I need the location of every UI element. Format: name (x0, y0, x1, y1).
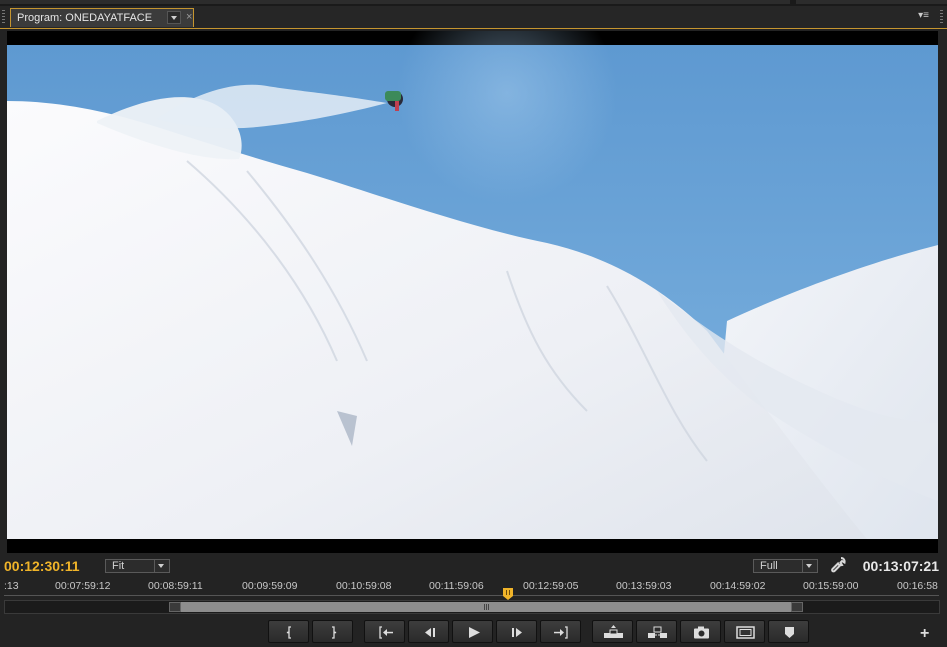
mark-in-button[interactable] (268, 620, 309, 643)
lift-button[interactable] (592, 620, 633, 643)
current-timecode[interactable]: 00:12:30:11 (4, 558, 80, 574)
ruler-tick-label: 00:15:59:00 (803, 580, 859, 592)
play-icon (469, 627, 480, 638)
export-frame-button[interactable] (680, 620, 721, 643)
go-to-in-icon (379, 626, 393, 639)
zoom-scroll-thumb[interactable] (181, 602, 791, 612)
extract-icon (648, 626, 667, 638)
zoom-level-value: Fit (112, 560, 125, 572)
playhead-icon[interactable] (503, 588, 513, 600)
panel-grip-icon[interactable] (2, 10, 5, 24)
button-editor-plus-icon[interactable]: + (920, 625, 929, 643)
extract-button[interactable] (636, 620, 677, 643)
grip-icon (484, 604, 489, 610)
panel-tab-row: Program: ONEDAYATFACE × ▾≡ (0, 6, 947, 29)
tab-close-icon[interactable]: × (186, 11, 192, 23)
step-forward-button[interactable] (496, 620, 537, 643)
tab-dropdown-icon[interactable] (167, 11, 181, 24)
step-back-icon (425, 628, 435, 637)
monitor-info-bar: 00:12:30:11 Fit Full 00:13:07:21 (0, 556, 947, 578)
program-monitor-viewer[interactable] (7, 31, 938, 553)
play-button[interactable] (452, 620, 493, 643)
go-to-out-button[interactable] (540, 620, 581, 643)
ruler-tick-label: 00:13:59:03 (616, 580, 672, 592)
ruler-tick-label: 00:12:59:05 (523, 580, 579, 592)
mark-out-icon (332, 626, 337, 639)
camera-icon (694, 626, 709, 639)
zoom-handle-left[interactable] (169, 602, 181, 612)
tab-title: Program: ONEDAYATFACE (17, 12, 153, 24)
step-back-button[interactable] (408, 620, 449, 643)
playback-resolution-select[interactable]: Full (753, 559, 818, 573)
transport-controls (0, 619, 947, 645)
top-frame-segment (796, 0, 947, 4)
program-monitor-tab[interactable]: Program: ONEDAYATFACE × (10, 8, 194, 27)
safe-margins-button[interactable] (724, 620, 765, 643)
ruler-line (4, 595, 939, 596)
add-marker-button[interactable] (768, 620, 809, 643)
ruler-tick-label: 00:11:59:06 (429, 580, 484, 592)
marker-icon (785, 627, 794, 638)
zoom-handle-right[interactable] (791, 602, 803, 612)
ruler-tick-label: 00:10:59:08 (336, 580, 392, 592)
ruler-tick-label: 00:16:58 (897, 580, 938, 592)
zoom-scroll-bar[interactable] (4, 600, 940, 614)
time-ruler[interactable]: :13 00:07:59:12 00:08:59:11 00:09:59:09 … (0, 578, 947, 600)
mark-in-icon (286, 626, 291, 639)
duration-timecode: 00:13:07:21 (862, 558, 939, 574)
top-frame-segment (0, 0, 790, 4)
go-to-out-icon (554, 626, 568, 639)
step-forward-icon (512, 628, 522, 637)
mark-out-button[interactable] (312, 620, 353, 643)
ruler-tick-label: 00:14:59:02 (710, 580, 766, 592)
ruler-tick-label: :13 (4, 580, 19, 592)
ruler-tick-label: 00:08:59:11 (148, 580, 203, 592)
chevron-down-icon (802, 560, 817, 572)
chevron-down-icon (154, 560, 169, 572)
wrench-icon[interactable] (830, 557, 846, 573)
panel-grip-right-icon[interactable] (940, 10, 943, 24)
lift-icon (604, 625, 623, 638)
safe-margins-icon (736, 626, 755, 639)
panel-menu-icon[interactable]: ▾≡ (918, 10, 929, 21)
resolution-value: Full (760, 560, 778, 572)
zoom-level-select[interactable]: Fit (105, 559, 170, 573)
ruler-tick-label: 00:07:59:12 (55, 580, 111, 592)
go-to-in-button[interactable] (364, 620, 405, 643)
video-frame (7, 31, 938, 553)
ruler-tick-label: 00:09:59:09 (242, 580, 298, 592)
